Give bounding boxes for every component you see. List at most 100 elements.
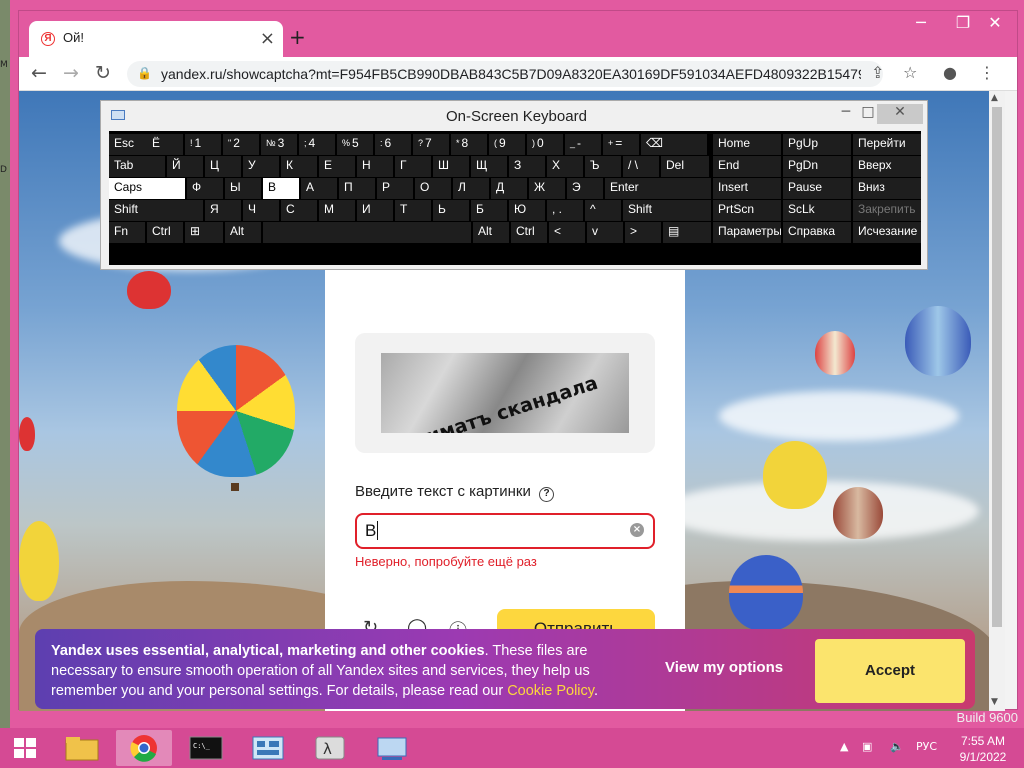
osk-key[interactable]: (9 — [489, 134, 525, 155]
osk-close-icon[interactable]: ✕ — [877, 104, 923, 124]
osk-key[interactable]: Enter — [605, 178, 711, 199]
profile-avatar-icon[interactable]: ● — [943, 63, 957, 82]
captcha-input[interactable]: В — [355, 513, 655, 549]
scroll-thumb[interactable] — [992, 107, 1002, 627]
osk-key[interactable]: Tab — [109, 156, 165, 177]
osk-key[interactable]: End — [713, 156, 781, 177]
osk-key[interactable]: Е — [319, 156, 355, 177]
osk-key[interactable]: Й — [167, 156, 203, 177]
osk-key[interactable]: С — [281, 200, 317, 221]
osk-key[interactable]: Pause — [783, 178, 851, 199]
view-options-button[interactable]: View my options — [665, 659, 783, 676]
osk-key[interactable]: ^ — [585, 200, 621, 221]
osk-key[interactable]: Л — [453, 178, 489, 199]
bookmark-star-icon[interactable]: ☆ — [903, 63, 917, 82]
osk-key[interactable]: ! 1 — [185, 134, 221, 155]
osk-key[interactable]: К — [281, 156, 317, 177]
share-icon[interactable]: ⇪ — [871, 63, 884, 82]
osk-key[interactable] — [263, 222, 471, 243]
close-icon[interactable]: ✕ — [981, 13, 1009, 32]
osk-key[interactable]: Г — [395, 156, 431, 177]
osk-key[interactable]: Fn — [109, 222, 145, 243]
scroll-down-icon[interactable]: ▼ — [991, 697, 998, 707]
osk-key[interactable]: ScLk — [783, 200, 851, 221]
osk-key[interactable]: ▤ — [663, 222, 711, 243]
tray-arrow-icon[interactable]: ▲ — [840, 740, 848, 753]
osk-key[interactable]: № 3 — [261, 134, 297, 155]
osk-key[interactable]: Insert — [713, 178, 781, 199]
osk-key[interactable]: Shift — [109, 200, 203, 221]
osk-key[interactable]: ⊞ — [185, 222, 223, 243]
help-icon[interactable]: ? — [539, 487, 555, 502]
osk-key[interactable]: Alt — [225, 222, 261, 243]
browser-tab[interactable]: Я Ой! × — [29, 21, 283, 57]
osk-key[interactable]: Закрепить — [853, 200, 921, 221]
lambda-app-icon[interactable]: λ — [302, 730, 358, 766]
osk-key[interactable]: Т — [395, 200, 431, 221]
osk-key[interactable]: З — [509, 156, 545, 177]
osk-key[interactable]: PgUp — [783, 134, 851, 155]
osk-key[interactable]: В — [263, 178, 299, 199]
osk-key[interactable]: Ш — [433, 156, 469, 177]
osk-key[interactable]: Del — [661, 156, 709, 177]
tab-close-icon[interactable]: × — [260, 28, 275, 49]
osk-key[interactable]: М — [319, 200, 355, 221]
osk-key[interactable]: А — [301, 178, 337, 199]
osk-titlebar[interactable]: On-Screen Keyboard ─ □ ✕ — [101, 101, 927, 131]
osk-key[interactable]: Ъ — [585, 156, 621, 177]
osk-key[interactable]: ⌫ — [641, 134, 707, 155]
osk-key[interactable]: Параметры — [713, 222, 781, 243]
scroll-up-icon[interactable]: ▲ — [991, 93, 998, 103]
cmd-icon[interactable]: C:\_ — [178, 730, 234, 766]
osk-key[interactable]: Ц — [205, 156, 241, 177]
osk-key[interactable]: % 5 — [337, 134, 373, 155]
chrome-icon[interactable] — [116, 730, 172, 766]
osk-key[interactable]: Ctrl — [147, 222, 183, 243]
osk-key[interactable]: Справка — [783, 222, 851, 243]
back-icon[interactable]: ← — [31, 62, 47, 84]
osk-key[interactable]: О — [415, 178, 451, 199]
osk-key[interactable]: v — [587, 222, 623, 243]
osk-key[interactable]: Ь — [433, 200, 469, 221]
osk-key[interactable]: Ф — [187, 178, 223, 199]
osk-key[interactable]: Ё — [147, 134, 183, 155]
osk-key[interactable]: " 2 — [223, 134, 259, 155]
page-scrollbar[interactable]: ▲ ▼ — [989, 91, 1005, 711]
osk-key[interactable]: ? 7 — [413, 134, 449, 155]
osk-key[interactable]: ) 0 — [527, 134, 563, 155]
osk-key[interactable]: _ - — [565, 134, 601, 155]
osk-key[interactable]: Ж — [529, 178, 565, 199]
osk-key[interactable]: Home — [713, 134, 781, 155]
start-button[interactable] — [4, 730, 46, 766]
file-explorer-icon[interactable] — [54, 730, 110, 766]
osk-key[interactable]: < — [549, 222, 585, 243]
osk-key[interactable]: Shift — [623, 200, 711, 221]
osk-key[interactable]: П — [339, 178, 375, 199]
osk-key[interactable]: Щ — [471, 156, 507, 177]
osk-key[interactable]: Э — [567, 178, 603, 199]
new-tab-icon[interactable]: + — [289, 25, 306, 49]
volume-icon[interactable]: 🔈 — [890, 740, 904, 753]
network-app-icon[interactable] — [364, 730, 420, 766]
forward-icon[interactable]: → — [63, 62, 79, 84]
minimize-icon[interactable]: ─ — [907, 13, 935, 32]
osk-key[interactable]: Я — [205, 200, 241, 221]
osk-key[interactable]: Ч — [243, 200, 279, 221]
osk-key[interactable]: Вниз — [853, 178, 921, 199]
osk-key[interactable]: Ю — [509, 200, 545, 221]
osk-key[interactable]: И — [357, 200, 393, 221]
language-indicator[interactable]: РУС — [916, 740, 937, 753]
osk-key[interactable]: * 8 — [451, 134, 487, 155]
osk-key[interactable]: :6 — [375, 134, 411, 155]
cookie-policy-link[interactable]: Cookie Policy — [507, 683, 594, 699]
accept-button[interactable]: Accept — [815, 639, 965, 703]
osk-key[interactable]: Б — [471, 200, 507, 221]
osk-key[interactable]: Исчезание — [853, 222, 921, 243]
osk-key[interactable]: Вверх — [853, 156, 921, 177]
osk-key[interactable]: PrtScn — [713, 200, 781, 221]
osk-key[interactable]: > — [625, 222, 661, 243]
clock[interactable]: 7:55 AM 9/1/2022 — [952, 733, 1014, 765]
menu-kebab-icon[interactable]: ⋮ — [979, 63, 995, 82]
osk-key[interactable]: Alt — [473, 222, 509, 243]
maximize-icon[interactable]: ❐ — [949, 13, 977, 32]
